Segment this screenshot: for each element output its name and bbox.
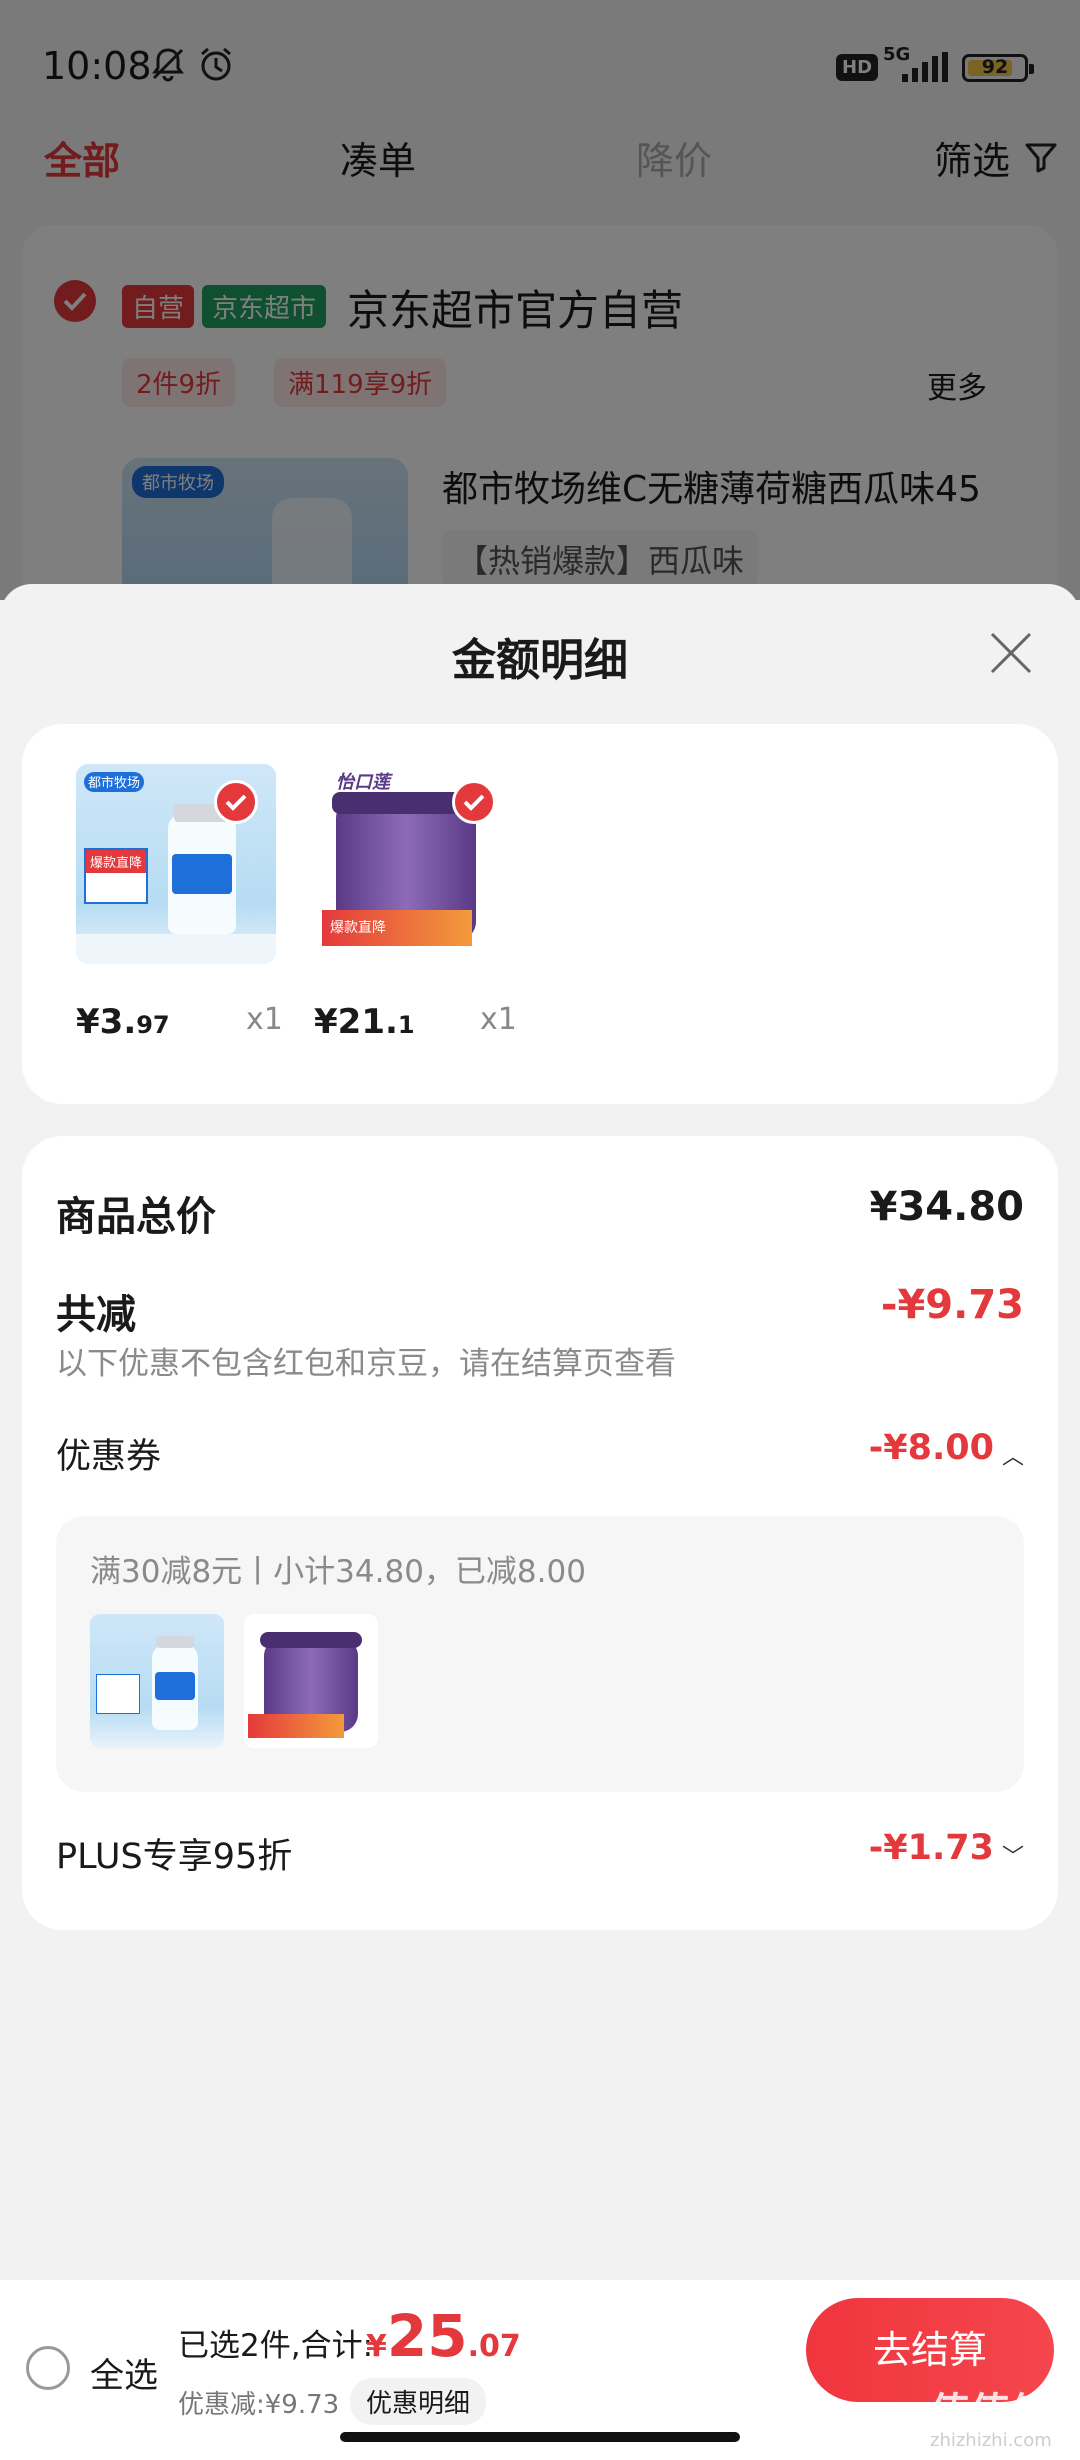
price-detail-card: 商品总价 ¥34.80 共减 -¥9.73 以下优惠不包含红包和京豆，请在结算页… [22, 1136, 1058, 1930]
dim-overlay[interactable] [0, 0, 1080, 600]
total-int: 25 [386, 2302, 468, 2370]
plus-discount-value: -¥1.73 [868, 1828, 994, 1868]
item-check-icon[interactable] [452, 780, 496, 824]
select-all-label[interactable]: 全选 [90, 2348, 158, 2397]
item-qty: x1 [480, 1002, 517, 1037]
item-price-int: ¥3. [76, 1002, 137, 1042]
chevron-down-icon: ﹀ [1001, 1844, 1024, 1870]
item-badge: 爆款直降 [86, 850, 146, 873]
item-qty: x1 [246, 1002, 283, 1037]
chevron-up-icon: ︿ [1001, 1444, 1024, 1470]
plus-discount-label: PLUS专享95折 [56, 1837, 293, 1877]
total-price: ¥25.07 [366, 2302, 521, 2370]
coupon-item-thumb [244, 1614, 378, 1748]
home-indicator[interactable] [340, 2432, 740, 2442]
coupon-desc: 满30减8元丨小计34.80，已减8.00 [90, 1554, 586, 1590]
reduce-label: 共减 [56, 1292, 136, 1338]
coupon-detail-box: 满30减8元丨小计34.80，已减8.00 [56, 1516, 1024, 1792]
selected-count: 已选2件,合计: [178, 2328, 374, 2364]
coupon-value: -¥8.00 [868, 1428, 994, 1468]
close-icon[interactable] [988, 630, 1034, 676]
item-price-dec: 97 [136, 1011, 170, 1039]
coupon-item-thumb [90, 1614, 224, 1748]
goods-total-value: ¥34.80 [869, 1184, 1024, 1230]
coupon-label: 优惠券 [56, 1437, 162, 1477]
item-brand: 怡口莲 [336, 772, 390, 793]
discount-hint: 以下优惠不包含红包和京豆，请在结算页查看 [56, 1346, 676, 1382]
item-badge: 爆款直降 [330, 920, 386, 936]
item-check-icon[interactable] [214, 780, 258, 824]
sheet-title: 金额明细 [452, 635, 628, 686]
total-dec: .07 [467, 2329, 521, 2364]
item-price-int: ¥21. [314, 1002, 398, 1042]
reduce-value: -¥9.73 [880, 1282, 1024, 1328]
goods-total-label: 商品总价 [56, 1194, 216, 1240]
selected-items-card: 都市牧场 爆款直降 ¥3.97 x1 怡口莲 爆款直降 ¥21.1 x1 [22, 724, 1058, 1104]
coupon-toggle[interactable]: -¥8.00 ︿ [869, 1428, 1024, 1471]
amount-detail-sheet: 金额明细 都市牧场 爆款直降 ¥3.97 x1 怡口莲 爆款直降 ¥21.1 x… [0, 584, 1080, 2460]
discount-summary: 优惠减:¥9.73 [178, 2390, 340, 2420]
item-card[interactable]: 怡口莲 爆款直降 ¥21.1 x1 [314, 764, 524, 1064]
item-price: ¥21.1 [314, 1002, 415, 1042]
item-price-dec: 1 [397, 1011, 415, 1039]
item-card[interactable]: 都市牧场 爆款直降 ¥3.97 x1 [76, 764, 286, 1064]
select-all-radio[interactable] [26, 2346, 70, 2390]
item-price: ¥3.97 [76, 1002, 170, 1042]
plus-discount-toggle[interactable]: -¥1.73 ﹀ [869, 1828, 1024, 1871]
discount-detail-button[interactable]: 优惠明细 [350, 2378, 487, 2425]
watermark-url: zhizhizhi.com [930, 2430, 1052, 2451]
total-currency: ¥ [366, 2329, 387, 2364]
item-brand: 都市牧场 [84, 772, 144, 792]
